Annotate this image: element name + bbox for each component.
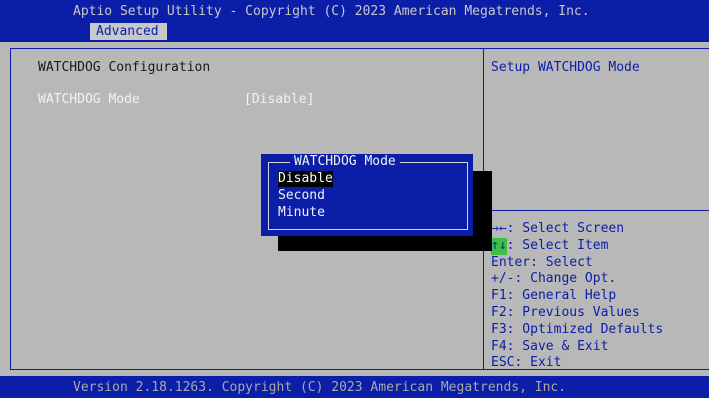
- popup-option-disable[interactable]: Disable: [278, 171, 333, 187]
- watchdog-mode-value[interactable]: [Disable]: [244, 92, 314, 108]
- app-title: Aptio Setup Utility - Copyright (C) 2023…: [73, 4, 590, 19]
- key-legend-row: +/-: Change Opt.: [491, 271, 617, 287]
- key-legend-row: F2: Previous Values: [491, 304, 640, 320]
- watchdog-mode-label[interactable]: WATCHDOG Mode: [38, 92, 140, 108]
- popup-option-minute[interactable]: Minute: [278, 205, 325, 221]
- left-right-arrows-icon: →←: [491, 221, 507, 236]
- help-description: Setup WATCHDOG Mode: [491, 60, 640, 75]
- key-legend: →←: Select Screen ↑↓: Select Item Enter:…: [491, 221, 663, 372]
- key-legend-row: F3: Optimized Defaults: [491, 321, 664, 337]
- key-legend-row: Enter: Select: [491, 254, 593, 270]
- help-keys-divider: [484, 210, 709, 211]
- key-legend-row: F1: General Help: [491, 288, 617, 304]
- popup-title: WATCHDOG Mode: [290, 154, 400, 170]
- key-legend-row: ESC: Exit: [491, 355, 562, 371]
- key-legend-row: →←: Select Screen: [491, 221, 625, 236]
- key-legend-row: F4: Save & Exit: [491, 338, 609, 354]
- popup-option-second[interactable]: Second: [278, 188, 325, 204]
- key-legend-row: ↑↓: Select Item: [491, 237, 609, 255]
- footer-text: Version 2.18.1263. Copyright (C) 2023 Am…: [73, 380, 567, 395]
- up-down-arrows-icon: ↑↓: [491, 237, 507, 255]
- tab-advanced[interactable]: Advanced: [90, 23, 167, 40]
- section-title: WATCHDOG Configuration: [38, 60, 211, 75]
